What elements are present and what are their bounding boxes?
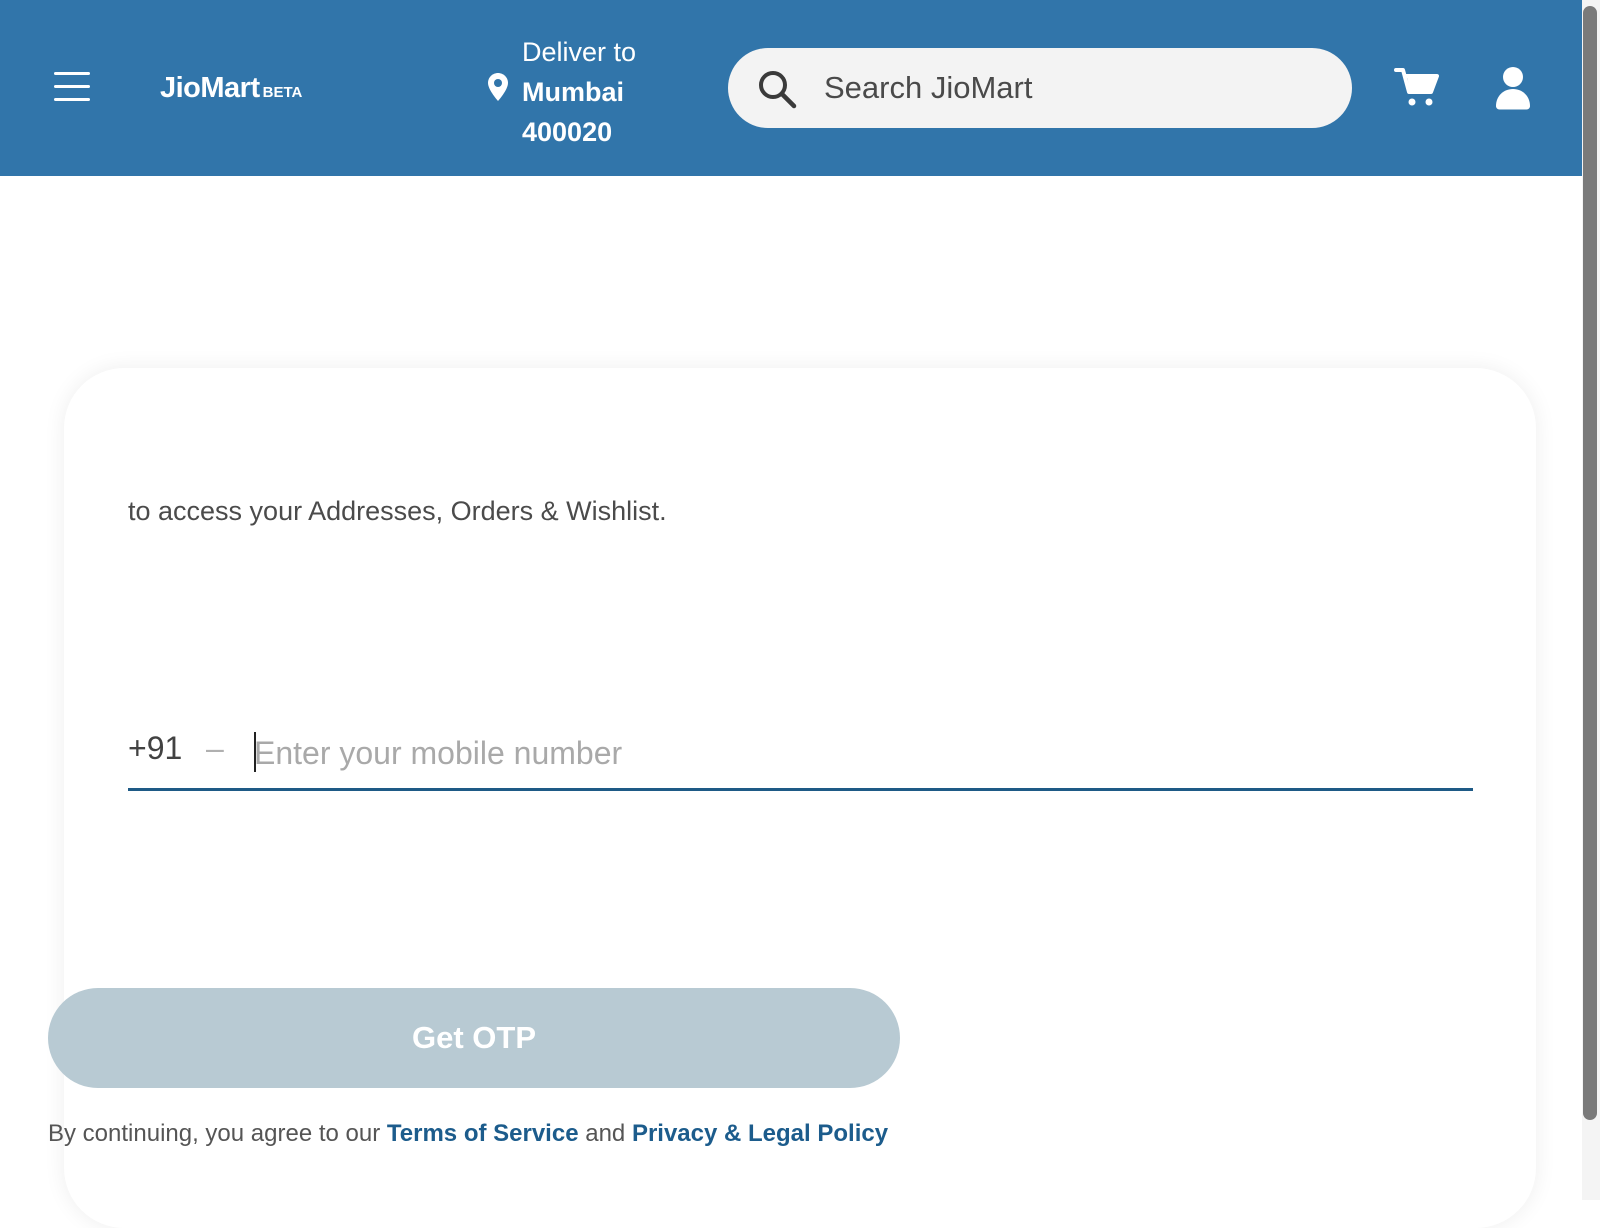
privacy-policy-link[interactable]: Privacy & Legal Policy: [632, 1120, 888, 1147]
terms-and: and: [578, 1120, 632, 1147]
page-scrollbar-thumb[interactable]: [1583, 6, 1597, 1120]
get-otp-button[interactable]: Get OTP: [48, 988, 900, 1088]
country-code: +91: [128, 730, 183, 766]
input-underline: [128, 788, 1473, 791]
search-placeholder: Search JioMart: [824, 70, 1033, 105]
cart-icon[interactable]: [1394, 66, 1440, 108]
delivery-pincode: 400020: [522, 117, 613, 147]
logo-brand: JioMart: [160, 72, 260, 104]
mobile-number-field[interactable]: +91 –: [128, 724, 1473, 792]
search-box[interactable]: Search JioMart: [728, 48, 1352, 128]
hamburger-menu-icon[interactable]: [54, 72, 90, 102]
location-pin-icon: [488, 73, 508, 101]
top-header: JioMart BETA Deliver to Mumbai 400020 Sea…: [0, 0, 1600, 176]
terms-prefix: By continuing, you agree to our: [48, 1120, 387, 1147]
search-icon: [759, 71, 797, 109]
terms-notice: By continuing, you agree to our Terms of…: [48, 1120, 888, 1148]
deliver-to-label: Deliver to: [522, 37, 637, 67]
terms-of-service-link[interactable]: Terms of Service: [387, 1120, 579, 1147]
jiomart-logo[interactable]: JioMart BETA: [160, 72, 302, 105]
mobile-number-input[interactable]: [254, 724, 1454, 782]
user-icon[interactable]: [1494, 66, 1532, 110]
logo-beta-tag: BETA: [262, 84, 303, 101]
text-cursor: [254, 732, 256, 772]
delivery-city: Mumbai: [522, 77, 625, 107]
login-subtitle: to access your Addresses, Orders & Wishl…: [128, 496, 667, 526]
country-code-separator: –: [206, 730, 224, 766]
